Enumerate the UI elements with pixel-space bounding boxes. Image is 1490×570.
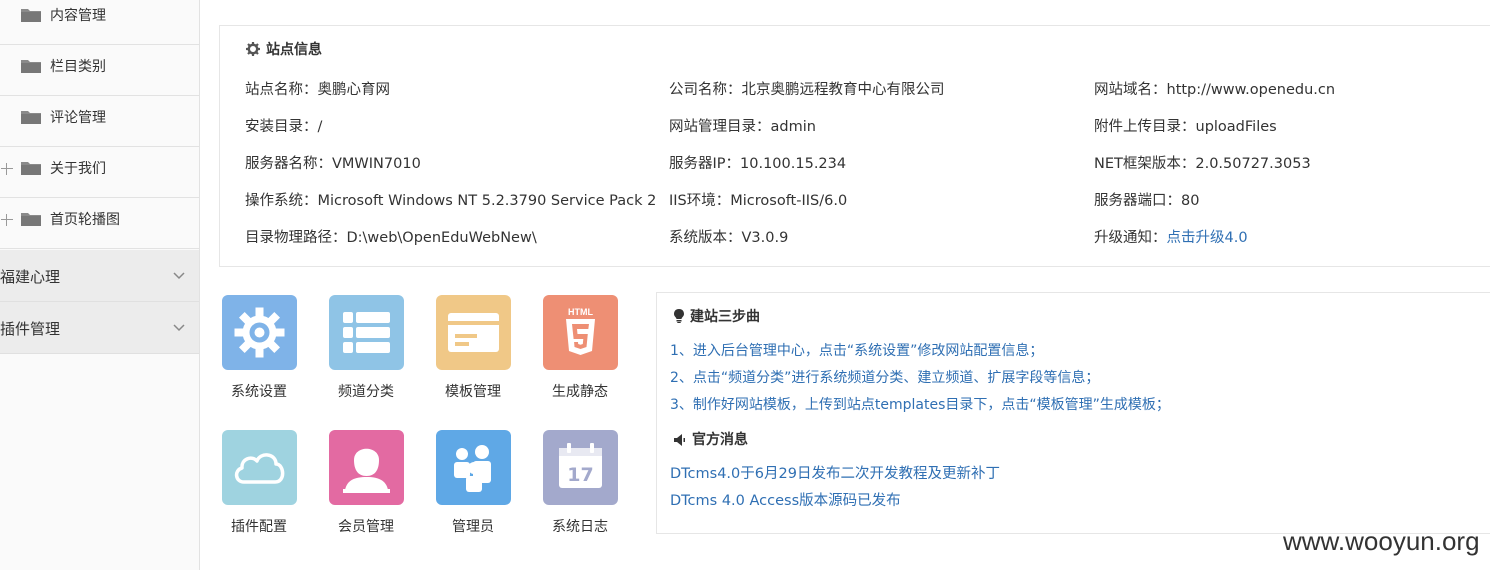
info-server-port: 服务器端口：80 [1094, 193, 1200, 209]
shortcut-template-manage[interactable]: 模板管理 [433, 295, 513, 407]
users-icon [436, 430, 511, 505]
sidebar-item-label: 关于我们 [50, 161, 106, 177]
sidebar-group-plugins[interactable]: 插件管理 [0, 302, 199, 354]
sidebar: 内容管理 栏目类别 评论管理 关于我们 首页轮播图 福建心理 插件管理 [0, 0, 200, 570]
list-icon [329, 295, 404, 370]
shortcut-label: 插件配置 [231, 519, 287, 535]
chevron-down-icon [173, 268, 185, 280]
steps-title-text: 建站三步曲 [690, 309, 760, 325]
speaker-icon [674, 434, 686, 450]
sidebar-group-label: 插件管理 [0, 320, 61, 338]
sidebar-item-carousel[interactable]: 首页轮播图 [0, 198, 199, 249]
info-upload-dir: 附件上传目录：uploadFiles [1094, 119, 1277, 135]
shortcut-label: 系统日志 [552, 519, 608, 535]
info-install-dir: 安装目录：/ [245, 119, 323, 135]
step-item[interactable]: 1、进入后台管理中心，点击“系统设置”修改网站配置信息； [670, 340, 1043, 360]
sidebar-item-label: 评论管理 [50, 110, 106, 126]
info-system-version: 系统版本：V3.0.9 [669, 230, 789, 246]
sidebar-item-label: 内容管理 [50, 8, 106, 24]
sidebar-group-label: 福建心理 [0, 268, 61, 286]
folder-icon [21, 57, 41, 73]
step-item[interactable]: 2、点击“频道分类”进行系统频道分类、建立频道、扩展字段等信息； [670, 367, 1099, 387]
info-server-name: 服务器名称：VMWIN7010 [245, 156, 421, 172]
info-company-name: 公司名称：北京奥鹏远程教育中心有限公司 [669, 82, 945, 98]
info-iis: IIS环境：Microsoft-IIS/6.0 [669, 193, 848, 209]
news-link[interactable]: DTcms4.0于6月29日发布二次开发教程及更新补丁 [670, 462, 1000, 483]
sidebar-item-comments[interactable]: 评论管理 [0, 96, 199, 147]
step-item[interactable]: 3、制作好网站模板，上传到站点templates目录下，点击“模板管理”生成模板… [670, 394, 1170, 414]
site-info-title: 站点信息 [246, 39, 322, 60]
info-domain: 网站域名：http://www.openedu.cn [1094, 82, 1336, 98]
news-link[interactable]: DTcms 4.0 Access版本源码已发布 [670, 489, 901, 510]
template-icon [436, 295, 511, 370]
site-info-title-text: 站点信息 [266, 42, 322, 58]
folder-icon [21, 6, 41, 22]
calendar-icon: 17 [543, 430, 618, 505]
shortcut-plugin-config[interactable]: 插件配置 [219, 430, 299, 542]
watermark-text: www.wooyun.org [1283, 526, 1480, 556]
html5-icon: HTML [543, 295, 618, 370]
info-os: 操作系统：Microsoft Windows NT 5.2.3790 Servi… [245, 193, 657, 209]
info-server-ip: 服务器IP：10.100.15.234 [669, 156, 847, 172]
info-net-version: NET框架版本：2.0.50727.3053 [1094, 156, 1311, 172]
news-title-text: 官方消息 [692, 432, 748, 448]
shortcut-system-settings[interactable]: 系统设置 [219, 295, 299, 407]
site-info-panel: 站点信息 站点名称：奥鹏心育网 公司名称：北京奥鹏远程教育中心有限公司 网站域名… [219, 25, 1490, 267]
user-icon [329, 430, 404, 505]
steps-panel: 建站三步曲 1、进入后台管理中心，点击“系统设置”修改网站配置信息； 2、点击“… [656, 292, 1490, 534]
svg-text:17: 17 [567, 464, 593, 486]
shortcut-generate-static[interactable]: HTML 生成静态 [540, 295, 620, 407]
folder-icon [21, 108, 41, 124]
upgrade-link[interactable]: 点击升级4.0 [1167, 230, 1248, 246]
folder-icon [21, 210, 41, 226]
shortcut-admins[interactable]: 管理员 [433, 430, 513, 542]
shortcut-label: 模板管理 [445, 384, 501, 400]
expand-plus-icon[interactable] [1, 163, 13, 175]
info-physical-path: 目录物理路径：D:\web\OpenEduWebNew\ [245, 230, 537, 246]
sidebar-item-content[interactable]: 内容管理 [0, 0, 199, 45]
shortcut-member-manage[interactable]: 会员管理 [326, 430, 406, 542]
upgrade-label: 升级通知： [1094, 230, 1167, 246]
chevron-down-icon [173, 320, 185, 332]
shortcut-channel-category[interactable]: 频道分类 [326, 295, 406, 407]
news-title: 官方消息 [674, 429, 748, 450]
shortcut-label: 生成静态 [552, 384, 608, 400]
shortcut-label: 管理员 [452, 519, 494, 535]
cloud-icon [222, 430, 297, 505]
lightbulb-icon [674, 309, 684, 327]
gear-icon [246, 42, 260, 60]
info-upgrade-notice: 升级通知：点击升级4.0 [1094, 226, 1248, 247]
shortcut-label: 会员管理 [338, 519, 394, 535]
sidebar-item-about[interactable]: 关于我们 [0, 147, 199, 198]
expand-plus-icon[interactable] [1, 214, 13, 226]
sidebar-item-label: 首页轮播图 [50, 212, 120, 228]
info-admin-dir: 网站管理目录：admin [669, 119, 816, 135]
shortcut-label: 频道分类 [338, 384, 394, 400]
sidebar-item-category[interactable]: 栏目类别 [0, 45, 199, 96]
info-site-name: 站点名称：奥鹏心育网 [245, 82, 390, 98]
sidebar-group-fujian[interactable]: 福建心理 [0, 250, 199, 302]
gear-icon [222, 295, 297, 370]
steps-title: 建站三步曲 [674, 306, 760, 327]
sidebar-item-label: 栏目类别 [50, 59, 106, 75]
folder-icon [21, 159, 41, 175]
shortcut-label: 系统设置 [231, 384, 287, 400]
shortcut-system-log[interactable]: 17 系统日志 [540, 430, 620, 542]
svg-text:HTML: HTML [568, 307, 593, 317]
